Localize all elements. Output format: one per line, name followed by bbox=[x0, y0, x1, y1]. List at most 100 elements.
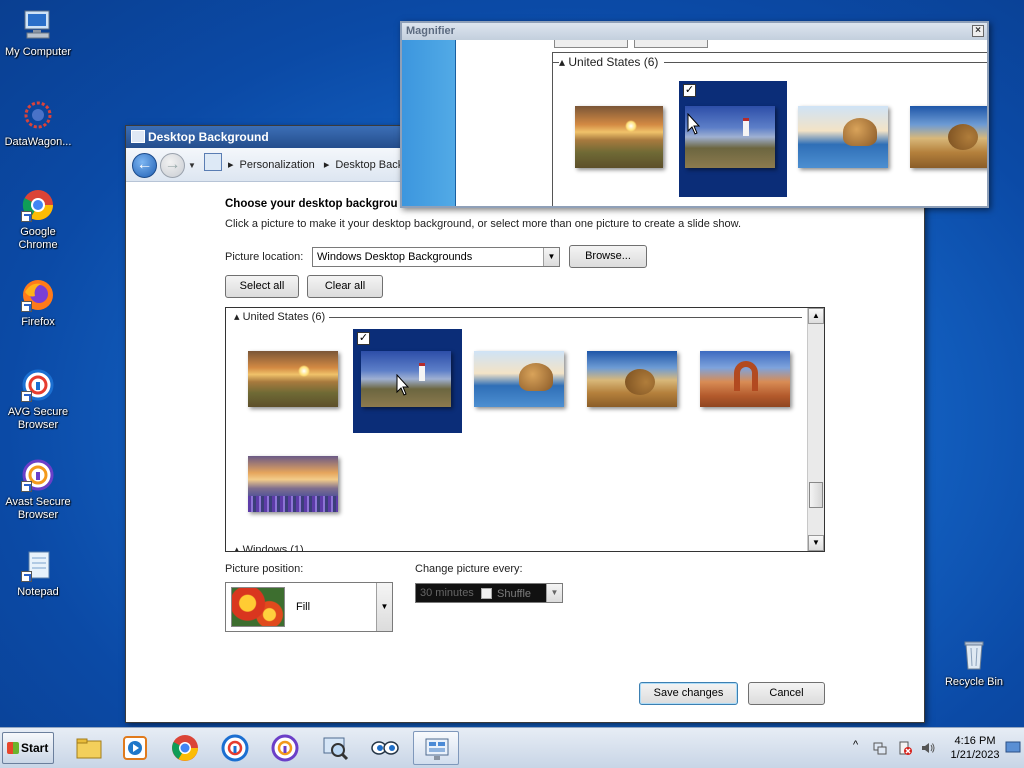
desktop-icon-datawagon[interactable]: DataWagon... bbox=[0, 98, 76, 149]
taskbar-control-panel[interactable] bbox=[413, 731, 459, 765]
desktop-icon-label: Recycle Bin bbox=[944, 676, 1004, 688]
checkbox-icon[interactable]: ✓ bbox=[357, 332, 370, 345]
recent-pages-dropdown[interactable]: ▼ bbox=[188, 161, 196, 170]
checkbox-icon[interactable] bbox=[481, 588, 492, 599]
group-label: United States (6) bbox=[242, 311, 326, 323]
personalization-icon bbox=[204, 153, 222, 171]
group-header-united-states[interactable]: ▴ United States (6) bbox=[234, 310, 330, 323]
group-label: Windows (1) bbox=[242, 544, 304, 552]
clock-date: 1/21/2023 bbox=[950, 749, 1000, 761]
group-divider bbox=[326, 317, 802, 318]
group-header-windows[interactable]: ▴ Windows (1) bbox=[234, 543, 304, 552]
computer-icon bbox=[21, 8, 55, 42]
forward-button[interactable]: → bbox=[160, 153, 185, 178]
control-panel-icon bbox=[131, 130, 145, 143]
magnified-group-header: ▴ United States (6) bbox=[559, 55, 665, 69]
magnifier-titlebar[interactable]: Magnifier × bbox=[402, 23, 987, 40]
wallpaper-thumbnail-sunset[interactable] bbox=[248, 351, 338, 407]
desktop-icon-my-computer[interactable]: My Computer bbox=[0, 8, 76, 59]
action-center-icon[interactable] bbox=[897, 740, 913, 756]
taskbar-magnifier[interactable] bbox=[362, 731, 408, 765]
wallpaper-thumbnail-arch[interactable] bbox=[700, 351, 790, 407]
breadcrumb-separator-icon[interactable]: ▸ bbox=[228, 159, 234, 171]
desktop-icon-recycle-bin[interactable]: Recycle Bin bbox=[936, 638, 1012, 689]
page-title: Choose your desktop backgrou bbox=[225, 198, 398, 210]
desktop-icon-google-chrome[interactable]: Google Chrome bbox=[0, 188, 76, 252]
taskbar-explorer[interactable] bbox=[66, 731, 112, 765]
avast-browser-icon bbox=[21, 458, 55, 492]
browse-button[interactable]: Browse... bbox=[569, 245, 647, 268]
magnified-cursor-icon bbox=[687, 113, 701, 135]
start-label: Start bbox=[21, 741, 49, 755]
magnified-group-label: United States (6) bbox=[568, 55, 659, 69]
magnified-thumbnail-haybale bbox=[910, 106, 987, 168]
wallpaper-thumbnail-flowers[interactable] bbox=[248, 456, 338, 512]
magnified-thumbnail-rock bbox=[798, 106, 888, 168]
picture-gallery: ▴ United States (6) ✓ ▴ Windows (1) ▲ ▼ bbox=[225, 307, 825, 552]
taskbar-avg-browser[interactable] bbox=[212, 731, 258, 765]
desktop-icon-label: AVG Secure Browser bbox=[7, 406, 69, 431]
scrollbar-thumb[interactable] bbox=[809, 482, 823, 508]
magnified-tab-edge bbox=[634, 40, 708, 48]
magnifier-title: Magnifier bbox=[406, 25, 455, 37]
chevron-down-icon[interactable]: ▼ bbox=[376, 583, 392, 631]
chevron-down-icon[interactable]: ▼ bbox=[546, 584, 562, 602]
picture-position-label: Picture position: bbox=[225, 563, 304, 575]
chrome-icon bbox=[172, 735, 198, 761]
clear-all-button[interactable]: Clear all bbox=[307, 275, 383, 298]
desktop-icon-avg-browser[interactable]: AVG Secure Browser bbox=[0, 368, 76, 432]
window-title: Desktop Background bbox=[148, 130, 269, 144]
cancel-button[interactable]: Cancel bbox=[748, 682, 825, 705]
save-changes-button[interactable]: Save changes bbox=[639, 682, 738, 705]
wallpaper-thumbnail-haybale[interactable] bbox=[587, 351, 677, 407]
volume-icon[interactable] bbox=[920, 740, 936, 756]
back-button[interactable]: ← bbox=[132, 153, 157, 178]
select-all-button[interactable]: Select all bbox=[225, 275, 299, 298]
taskbar-chrome[interactable] bbox=[162, 731, 208, 765]
show-hidden-icons-button[interactable]: ^ bbox=[853, 739, 869, 755]
scroll-down-icon[interactable]: ▼ bbox=[808, 535, 824, 551]
notepad-icon bbox=[21, 548, 55, 582]
magnified-gallery: ▴ United States (6) ✓ bbox=[552, 52, 987, 206]
desktop-icon-avast-browser[interactable]: Avast Secure Browser bbox=[0, 458, 76, 522]
start-button[interactable]: Start bbox=[2, 732, 54, 764]
taskbar-magnifier-tool[interactable] bbox=[312, 731, 358, 765]
desktop-background-window: Desktop Background ← → ▼ ▸ Personalizatio… bbox=[125, 125, 925, 723]
folder-icon bbox=[76, 738, 102, 759]
desktop-icon-label: My Computer bbox=[4, 46, 72, 58]
scroll-up-icon[interactable]: ▲ bbox=[808, 308, 824, 324]
desktop-icon-label: Firefox bbox=[21, 316, 55, 328]
desktop-icon-firefox[interactable]: Firefox bbox=[0, 278, 76, 329]
checkbox-icon: ✓ bbox=[683, 84, 696, 97]
show-desktop-icon[interactable] bbox=[1005, 739, 1021, 755]
magnifier-window: Magnifier × ▴ United States (6) ✓ bbox=[400, 21, 989, 208]
breadcrumb-personalization[interactable]: Personalization bbox=[240, 159, 315, 171]
picture-position-value: Fill bbox=[296, 601, 311, 613]
firefox-icon bbox=[21, 278, 55, 312]
desktop-icon-label: DataWagon... bbox=[4, 136, 72, 148]
chrome-icon bbox=[21, 188, 55, 222]
breadcrumb-separator-icon[interactable]: ▸ bbox=[324, 159, 330, 171]
shuffle-checkbox[interactable]: Shuffle bbox=[481, 588, 531, 600]
desktop-icon-label: Google Chrome bbox=[18, 226, 58, 251]
wallpaper-thumbnail-rock[interactable] bbox=[474, 351, 564, 407]
taskbar-avast-browser[interactable] bbox=[262, 731, 308, 765]
magnified-view: ▴ United States (6) ✓ bbox=[402, 40, 987, 206]
taskbar-media-player[interactable] bbox=[112, 731, 158, 765]
media-player-icon bbox=[123, 736, 147, 760]
control-panel-icon bbox=[425, 738, 449, 760]
chevron-down-icon[interactable]: ▼ bbox=[543, 248, 559, 266]
picture-location-select[interactable]: Windows Desktop Backgrounds ▼ bbox=[312, 247, 560, 267]
picture-location-label: Picture location: bbox=[225, 251, 304, 263]
desktop-icon-notepad[interactable]: Notepad bbox=[0, 548, 76, 599]
magnifier-eyes-icon bbox=[371, 741, 399, 755]
avg-browser-icon bbox=[221, 734, 249, 762]
avg-browser-icon bbox=[21, 368, 55, 402]
picture-position-select[interactable]: Fill ▼ bbox=[225, 582, 393, 632]
magnified-thumbnail-sunset bbox=[575, 106, 663, 168]
gallery-scrollbar[interactable]: ▲ ▼ bbox=[807, 308, 824, 551]
datawagon-icon bbox=[21, 98, 55, 132]
taskbar-clock[interactable]: 4:16 PM 1/21/2023 bbox=[945, 734, 1005, 762]
network-icon[interactable] bbox=[872, 740, 888, 756]
close-icon[interactable]: × bbox=[972, 25, 984, 37]
